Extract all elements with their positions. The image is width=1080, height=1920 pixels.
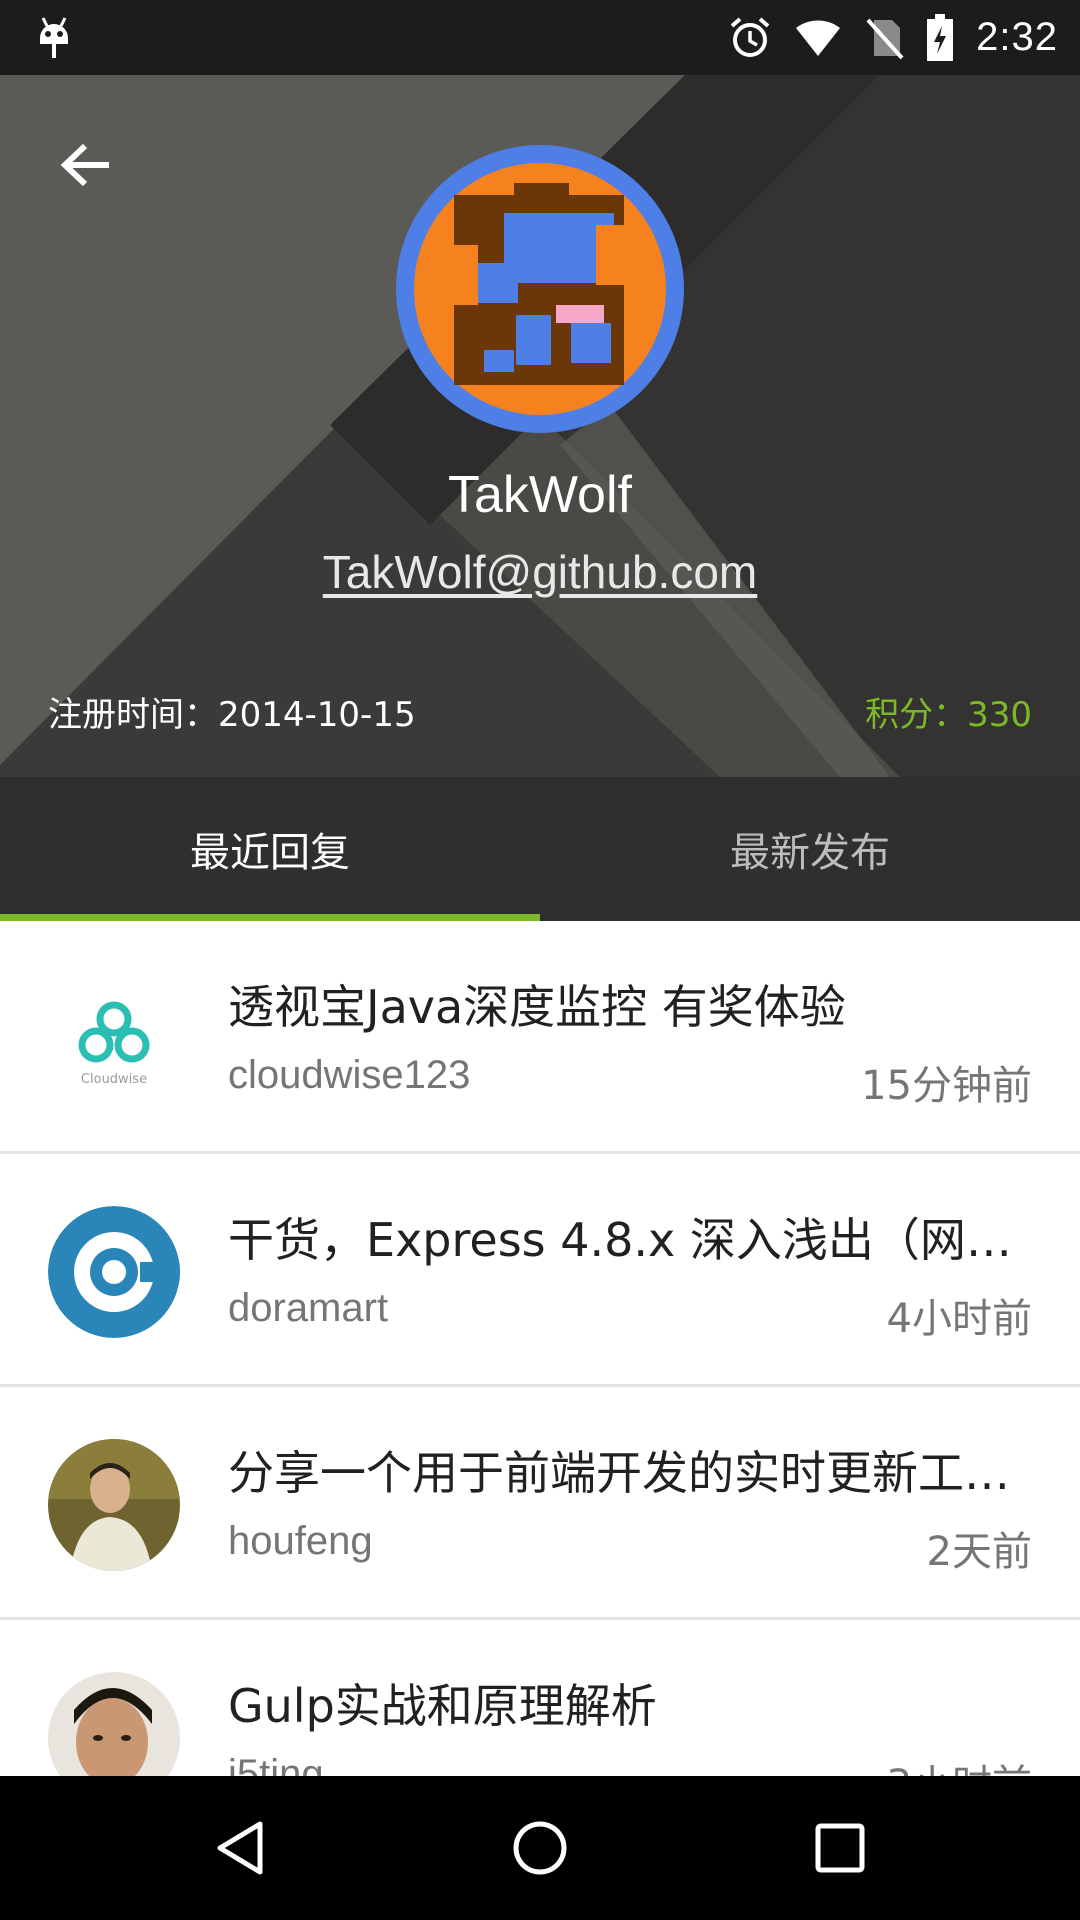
topic-time: 4小时前 bbox=[886, 1296, 1032, 1342]
user-photo-icon bbox=[48, 1439, 180, 1571]
list-item[interactable]: Gulp实战和原理解析 i5ting 3小时前 bbox=[0, 1620, 1080, 1776]
topic-time: 15分钟前 bbox=[861, 1063, 1032, 1109]
topic-time: 3小时前 bbox=[887, 1752, 1032, 1776]
topic-time: 2天前 bbox=[926, 1529, 1032, 1575]
topic-title: 分享一个用于前端开发的实时更新工… bbox=[228, 1446, 1010, 1500]
nav-back-button[interactable] bbox=[160, 1776, 320, 1920]
topic-list[interactable]: Cloudwise 透视宝Java深度监控 有奖体验 cloudwise123 … bbox=[0, 921, 1080, 1776]
c-logo-icon bbox=[48, 1206, 180, 1338]
tab-recent-replies[interactable]: 最近回复 bbox=[0, 777, 540, 921]
profile-avatar[interactable] bbox=[396, 145, 684, 433]
avatar[interactable]: Cloudwise bbox=[48, 973, 180, 1105]
wifi-icon bbox=[794, 18, 842, 58]
avatar[interactable] bbox=[48, 1206, 180, 1338]
profile-email-link[interactable]: TakWolf@github.com bbox=[0, 545, 1080, 599]
home-circle-icon bbox=[513, 1821, 567, 1875]
navigation-bar bbox=[0, 1776, 1080, 1920]
recents-square-icon bbox=[815, 1823, 865, 1873]
tab-latest-posts[interactable]: 最新发布 bbox=[540, 777, 1080, 921]
topic-title: Gulp实战和原理解析 bbox=[228, 1679, 657, 1733]
avatar[interactable] bbox=[48, 1672, 180, 1776]
register-time: 注册时间：2014-10-15 bbox=[48, 695, 416, 735]
topic-author: i5ting bbox=[228, 1752, 324, 1776]
profile-username: TakWolf bbox=[448, 466, 632, 524]
list-item[interactable]: Cloudwise 透视宝Java深度监控 有奖体验 cloudwise123 … bbox=[0, 921, 1080, 1154]
topic-author: doramart bbox=[228, 1286, 389, 1330]
list-item[interactable]: 分享一个用于前端开发的实时更新工… houfeng 2天前 bbox=[0, 1387, 1080, 1620]
avatar[interactable] bbox=[48, 1439, 180, 1571]
cloudwise-logo-icon: Cloudwise bbox=[48, 973, 180, 1105]
score-value: 积分：330 bbox=[865, 695, 1032, 735]
topic-title: 透视宝Java深度监控 有奖体验 bbox=[228, 980, 846, 1034]
cloudwise-logo-text: Cloudwise bbox=[81, 1072, 147, 1087]
tab-bar: 最近回复 最新发布 bbox=[0, 777, 1080, 921]
arrow-back-icon bbox=[60, 143, 109, 187]
tab-indicator bbox=[0, 914, 540, 921]
tab-label: 最新发布 bbox=[730, 830, 890, 876]
tab-label: 最近回复 bbox=[190, 830, 350, 876]
back-button[interactable] bbox=[40, 120, 130, 210]
profile-header: TakWolf TakWolf@github.com 注册时间：2014-10-… bbox=[0, 75, 1080, 777]
topic-title: 干货，Express 4.8.x 深入浅出（网… bbox=[228, 1213, 1012, 1267]
nav-recents-button[interactable] bbox=[760, 1776, 920, 1920]
android-debug-icon bbox=[34, 12, 74, 62]
no-sim-icon bbox=[864, 16, 904, 60]
status-bar: 2:32 bbox=[0, 0, 1080, 75]
status-time: 2:32 bbox=[976, 15, 1058, 59]
battery-charging-icon bbox=[926, 13, 954, 62]
topic-author: houfeng bbox=[228, 1519, 373, 1563]
nav-home-button[interactable] bbox=[460, 1776, 620, 1920]
list-item[interactable]: 干货，Express 4.8.x 深入浅出（网… doramart 4小时前 bbox=[0, 1154, 1080, 1387]
topic-author: cloudwise123 bbox=[228, 1053, 471, 1097]
back-triangle-icon bbox=[217, 1821, 263, 1875]
alarm-icon bbox=[728, 16, 772, 60]
user-photo-icon bbox=[48, 1672, 180, 1776]
